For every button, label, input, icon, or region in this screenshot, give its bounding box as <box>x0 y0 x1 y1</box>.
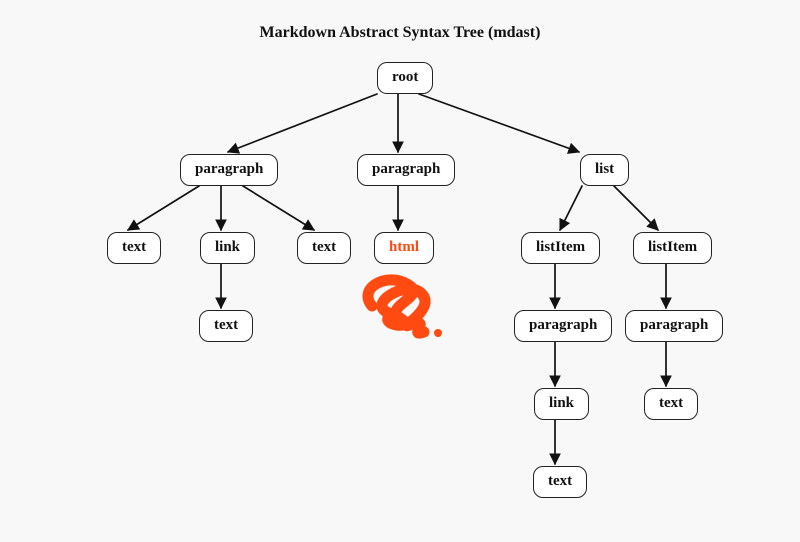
node-li1-paragraph: paragraph <box>514 310 612 342</box>
node-li1-link: link <box>534 388 589 420</box>
node-text-right: text <box>297 232 351 264</box>
node-li2-text: text <box>644 388 698 420</box>
diagram-canvas: { "title": "Markdown Abstract Syntax Tre… <box>0 0 800 542</box>
node-text-left: text <box>107 232 161 264</box>
node-link-1: link <box>200 232 255 264</box>
node-li2-paragraph: paragraph <box>625 310 723 342</box>
node-list: list <box>580 154 629 186</box>
node-listitem-1: listItem <box>521 232 600 264</box>
node-text-under-link: text <box>199 310 253 342</box>
node-html: html <box>374 232 434 264</box>
node-paragraph-2: paragraph <box>357 154 455 186</box>
node-paragraph-1: paragraph <box>180 154 278 186</box>
node-root: root <box>377 62 433 94</box>
diagram-title: Markdown Abstract Syntax Tree (mdast) <box>0 24 800 42</box>
node-listitem-2: listItem <box>633 232 712 264</box>
scribble-annotation <box>352 266 452 344</box>
node-li1-text: text <box>533 466 587 498</box>
